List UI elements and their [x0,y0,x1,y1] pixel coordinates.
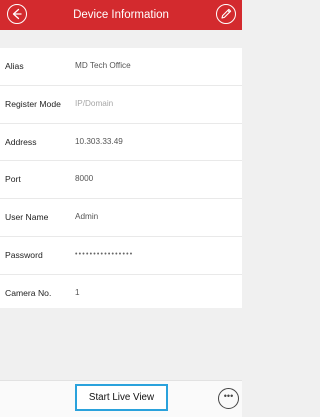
bottom-toolbar: Start Live View ••• [0,380,242,417]
field-label: Password [5,249,43,260]
field-label: Camera No. [5,287,52,298]
alias-field[interactable]: MD Tech Office [75,48,131,84]
field-password[interactable]: Password •••••••••••••••• [0,237,242,275]
port-field[interactable]: 8000 [75,161,93,197]
pencil-icon [221,8,232,19]
address-field[interactable]: 10.303.33.49 [75,124,123,160]
user-name-field[interactable]: Admin [75,199,98,235]
field-address[interactable]: Address 10.303.33.49 [0,124,242,162]
device-info-form: Alias MD Tech Office Register Mode IP/Do… [0,48,242,308]
field-register-mode[interactable]: Register Mode IP/Domain [0,86,242,124]
app-header: Device Information [0,0,242,30]
field-label: Alias [5,61,24,71]
password-field[interactable]: •••••••••••••••• [75,237,133,273]
field-alias[interactable]: Alias MD Tech Office [0,48,242,86]
field-label: Address [5,136,37,147]
start-live-view-button[interactable]: Start Live View [75,384,168,411]
page-title: Device Information [73,9,169,21]
field-port[interactable]: Port 8000 [0,161,242,200]
field-camera-no[interactable]: Camera No. 1 [0,275,242,312]
camera-no-field[interactable]: 1 [75,275,80,311]
edit-button[interactable] [216,4,236,24]
more-options-button[interactable]: ••• [218,388,239,409]
field-label: Port [5,174,21,185]
field-label: Register Mode [5,98,61,109]
field-label: User Name [5,212,49,223]
field-user-name[interactable]: User Name Admin [0,199,242,237]
register-mode-field[interactable]: IP/Domain [75,86,113,122]
